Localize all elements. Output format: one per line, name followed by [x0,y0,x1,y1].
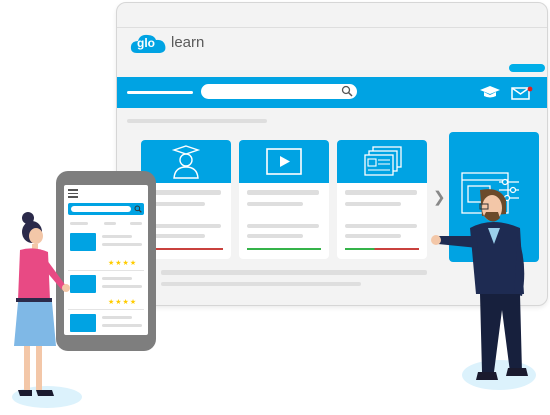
list-placeholder [130,222,142,225]
card-title-placeholder [247,190,319,195]
list-placeholder [102,243,142,246]
list-placeholder [102,324,142,327]
star-rating: ★★★★ [108,260,138,267]
footer-placeholder [161,282,361,286]
logo-word: learn [171,34,205,51]
footer-placeholder [161,270,427,275]
documents-icon [364,146,402,176]
mail-icon[interactable] [511,86,533,100]
card-text-placeholder [247,234,303,238]
search-icon[interactable] [341,85,353,97]
notification-dot [527,86,533,92]
card-text-placeholder [345,234,401,238]
man-illustration [431,189,528,380]
section-heading-placeholder [127,119,267,123]
student-icon [171,145,201,179]
progress-bar [247,248,321,250]
card-text-placeholder [149,202,205,206]
header-pill-button[interactable] [509,64,545,72]
woman-illustration [14,212,70,396]
video-play-icon [266,148,302,175]
progress-bar [345,248,419,250]
card-text-placeholder [247,224,319,228]
nav-menu-line[interactable] [127,91,193,94]
search-input[interactable] [201,84,357,99]
search-icon[interactable] [134,205,142,213]
list-placeholder [102,235,132,238]
course-card[interactable] [239,140,329,259]
card-header [337,140,427,183]
list-placeholder [104,222,116,225]
list-placeholder [102,285,142,288]
navbar [117,77,547,108]
graduation-cap-icon[interactable] [479,85,501,99]
menu-icon[interactable] [68,189,78,198]
list-placeholder [102,277,132,280]
list-placeholder [102,316,132,319]
card-header [239,140,329,183]
browser-title-bar [117,3,547,28]
card-text-placeholder [247,202,303,206]
card-text-placeholder [345,224,417,228]
star-rating: ★★★★ [108,299,138,306]
logo-mark: glo [137,36,155,50]
progress-bar [149,248,223,250]
card-text-placeholder [149,234,205,238]
card-text-placeholder [149,224,221,228]
course-card[interactable] [337,140,427,259]
card-title-placeholder [345,190,417,195]
card-title-placeholder [149,190,221,195]
card-text-placeholder [345,202,401,206]
